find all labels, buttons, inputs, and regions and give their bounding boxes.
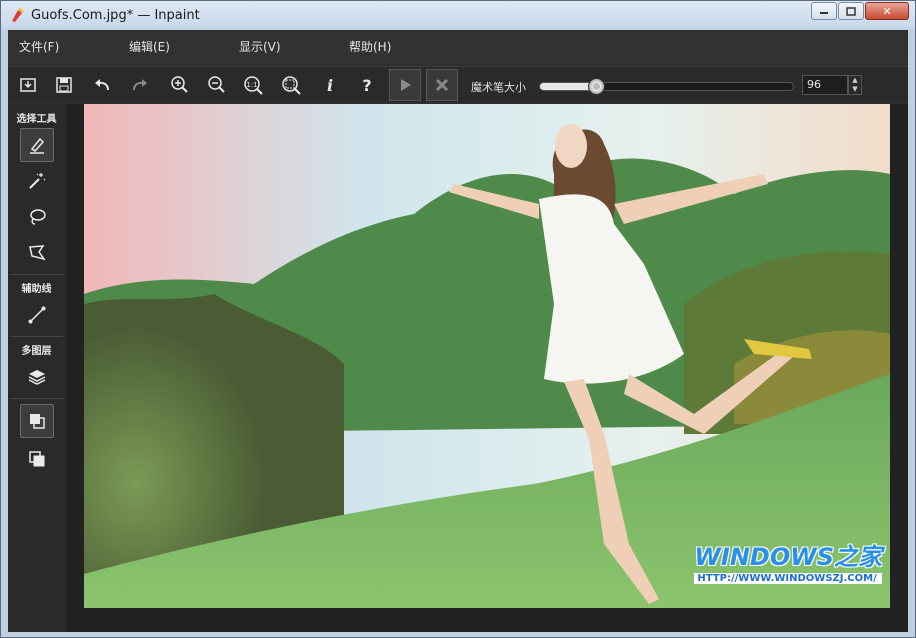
lasso-icon	[30, 209, 46, 225]
client-area: 文件(F) 编辑(E) 显示(V) 帮助(H) 1:1 i ? 魔术笔大小 96…	[8, 30, 908, 632]
select-tools-heading: 选择工具	[16, 114, 57, 125]
run-button[interactable]	[389, 69, 421, 101]
zoom-in-icon	[171, 76, 188, 93]
polygon-lasso-tool-button[interactable]	[20, 236, 54, 270]
menu-help[interactable]: 帮助(H)	[349, 38, 448, 55]
undo-icon	[95, 79, 109, 91]
minimize-button[interactable]	[811, 2, 837, 20]
tool-sidebar: 选择工具 辅助线 多图层	[8, 104, 65, 632]
zoom-out-button[interactable]	[203, 71, 231, 99]
marker-tool-button[interactable]	[20, 128, 54, 162]
chevron-down-icon[interactable]: ▼	[852, 85, 857, 94]
polygon-lasso-icon	[29, 245, 46, 261]
actual-size-glyph: 1:1	[246, 81, 257, 89]
image-canvas[interactable]: WINDOWS之家 HTTP://WWW.WINDOWSZJ.COM/	[66, 104, 908, 632]
title-bar[interactable]: Guofs.Com.jpg* — Inpaint ✕	[1, 1, 915, 29]
brush-size-input[interactable]: 96	[802, 75, 848, 95]
actual-size-button[interactable]: 1:1	[240, 71, 268, 99]
layer-back-icon	[29, 451, 45, 467]
open-icon	[20, 78, 36, 92]
brush-size-stepper[interactable]: ▲ ▼	[848, 75, 862, 95]
cancel-button[interactable]	[426, 69, 458, 101]
guide-lines-heading: 辅助线	[21, 284, 52, 295]
chevron-up-icon[interactable]: ▲	[852, 76, 857, 85]
layers-button[interactable]	[20, 360, 54, 394]
zoom-out-icon	[208, 76, 225, 93]
app-window: Guofs.Com.jpg* — Inpaint ✕ 文件(F) 编辑(E) 显…	[0, 0, 916, 638]
separator	[10, 398, 63, 399]
guide-line-icon	[28, 306, 46, 324]
separator	[10, 336, 63, 337]
window-title: Guofs.Com.jpg* — Inpaint	[31, 7, 200, 23]
menu-edit[interactable]: 编辑(E)	[129, 38, 228, 55]
info-button[interactable]: i	[316, 71, 344, 99]
magic-wand-tool-button[interactable]	[20, 164, 54, 198]
close-icon: ✕	[882, 4, 892, 18]
brush-size-slider[interactable]	[539, 78, 794, 95]
watermark: WINDOWS之家 HTTP://WWW.WINDOWSZJ.COM/	[694, 537, 882, 584]
multi-layer-heading: 多图层	[21, 346, 52, 357]
menu-bar: 文件(F) 编辑(E) 显示(V) 帮助(H)	[8, 30, 908, 63]
close-button[interactable]: ✕	[865, 2, 909, 20]
save-icon	[56, 77, 72, 93]
layer-copy-button[interactable]	[20, 404, 54, 438]
help-button[interactable]: ?	[353, 71, 381, 99]
brush-size-label: 魔术笔大小	[471, 81, 526, 94]
run-icon	[401, 79, 411, 91]
toolbar: 1:1 i ? 魔术笔大小 96 ▲ ▼	[8, 66, 908, 102]
fit-icon	[282, 76, 301, 95]
marker-icon	[30, 137, 45, 154]
watermark-url: HTTP://WWW.WINDOWSZJ.COM/	[694, 573, 882, 584]
layers-icon	[28, 370, 46, 385]
magic-wand-icon	[29, 173, 46, 189]
menu-view[interactable]: 显示(V)	[239, 38, 338, 55]
layer-copy-icon	[30, 414, 45, 429]
help-icon: ?	[362, 75, 372, 95]
guide-line-tool-button[interactable]	[20, 298, 54, 332]
redo-icon	[133, 79, 147, 91]
fit-window-button[interactable]	[278, 71, 306, 99]
save-button[interactable]	[50, 71, 78, 99]
actual-size-icon: 1:1	[244, 76, 263, 95]
layer-back-button[interactable]	[20, 442, 54, 476]
lasso-tool-button[interactable]	[20, 200, 54, 234]
open-button[interactable]	[14, 71, 42, 99]
separator	[10, 274, 63, 275]
cancel-icon	[435, 78, 449, 92]
slider-thumb[interactable]	[588, 78, 605, 95]
maximize-button[interactable]	[838, 2, 864, 20]
photo-image	[84, 104, 890, 608]
watermark-title: WINDOWS之家	[694, 543, 882, 571]
menu-file[interactable]: 文件(F)	[19, 38, 118, 55]
redo-button[interactable]	[126, 71, 154, 99]
info-icon: i	[326, 75, 334, 95]
inpaint-app-icon	[9, 7, 25, 23]
photo[interactable]: WINDOWS之家 HTTP://WWW.WINDOWSZJ.COM/	[84, 104, 890, 608]
zoom-in-button[interactable]	[166, 71, 194, 99]
undo-button[interactable]	[88, 71, 116, 99]
